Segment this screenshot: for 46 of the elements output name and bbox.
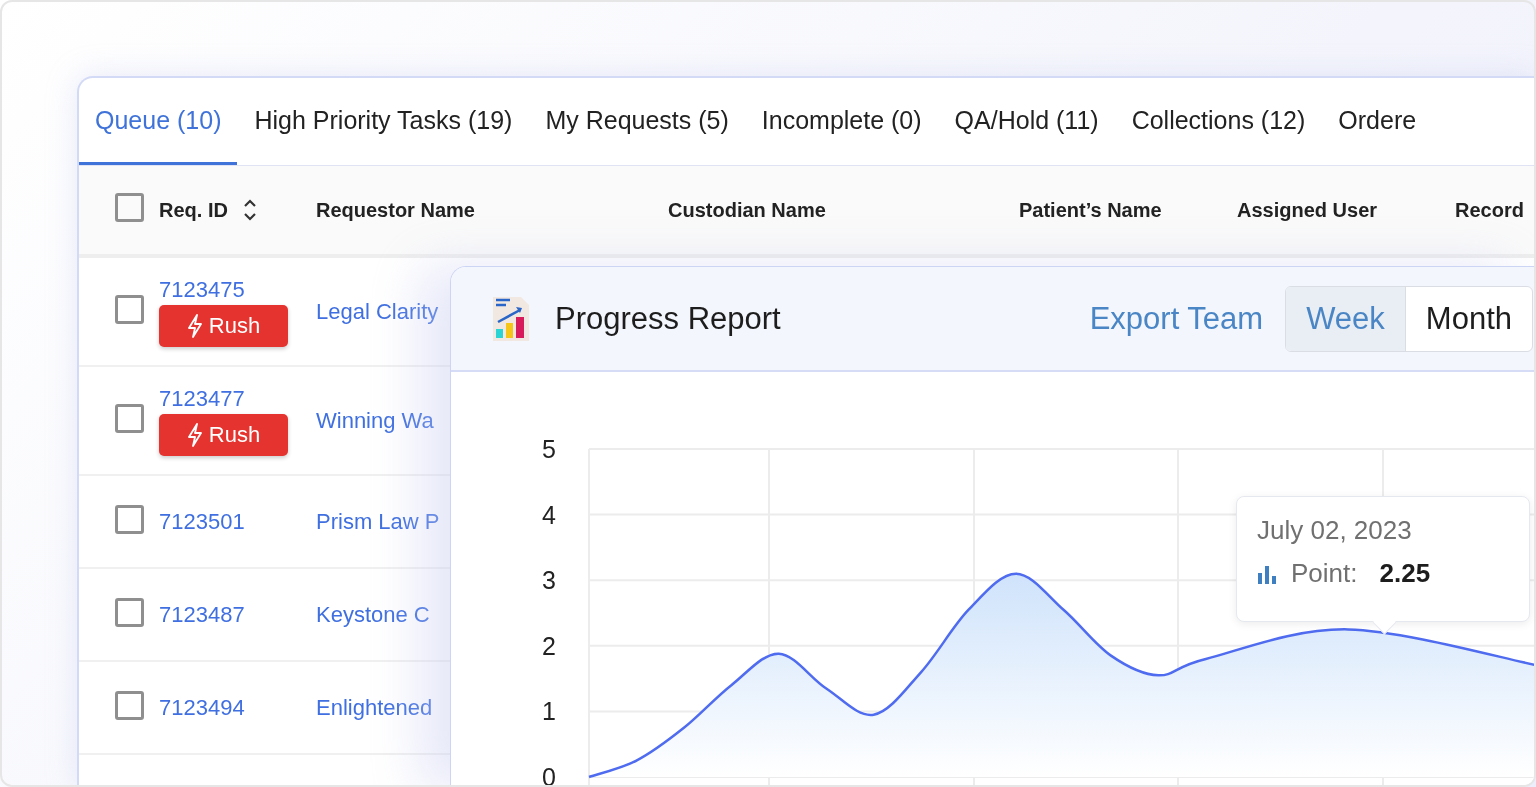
rush-label: Rush [208,421,261,448]
column-header[interactable]: Assigned User [1237,198,1378,221]
checkbox[interactable] [115,691,144,720]
period-tab[interactable]: Month [1405,286,1532,351]
requestor-link[interactable]: Keystone C [316,601,430,627]
column-header[interactable]: Req. ID [159,198,228,222]
rush-label: Rush [208,312,261,339]
requestor-link[interactable]: Legal Clarity [316,298,439,324]
request-id-link[interactable]: 7123477 [159,385,245,412]
requestor-link[interactable]: Enlightened [316,694,433,720]
request-id-link[interactable]: 7123487 [159,601,245,628]
tooltip-value: 2.25 [1379,558,1431,589]
requestor-link[interactable]: Winning Wa [316,407,434,433]
y-axis-label: 4 [542,500,556,529]
column-header[interactable]: Record [1455,198,1524,221]
checkbox[interactable] [115,404,144,433]
column-header[interactable]: Patient’s Name [1019,198,1162,221]
tab[interactable]: QA/Hold (11) [938,78,1115,165]
panel-title: Progress Report [555,300,782,337]
y-axis-label: 2 [542,631,556,660]
y-axis-label: 1 [542,697,556,726]
export-link[interactable]: Export Team [1089,300,1264,337]
checkbox[interactable] [115,598,144,627]
y-axis-label: 3 [542,566,556,595]
request-id-link[interactable]: 7123475 [159,276,245,303]
bar-chart-icon [1257,563,1277,584]
lightning-icon [186,313,203,338]
column-header[interactable]: Custodian Name [668,198,826,221]
tooltip-date: July 02, 2023 [1257,515,1413,546]
checkbox[interactable] [115,295,144,324]
tab[interactable]: My Requests (5) [529,78,745,165]
checkbox[interactable] [115,505,144,534]
request-id-link[interactable]: 7123494 [159,694,245,721]
report-chart-icon [491,294,531,343]
requestor-link[interactable]: Prism Law P [316,508,440,534]
checkbox[interactable] [115,193,144,222]
tooltip-label: Point: [1291,558,1358,589]
tab[interactable]: High Priority Tasks (19) [238,78,529,165]
column-header[interactable]: Requestor Name [316,198,475,221]
tab[interactable]: Incomplete (0) [745,78,938,165]
request-id-link[interactable]: 7123501 [159,508,245,535]
tab[interactable]: Ordere [1322,78,1433,165]
tab[interactable]: Collections (12) [1115,78,1322,165]
lightning-icon [186,422,203,447]
sort-icon[interactable] [241,197,258,223]
y-axis-label: 5 [542,435,556,463]
